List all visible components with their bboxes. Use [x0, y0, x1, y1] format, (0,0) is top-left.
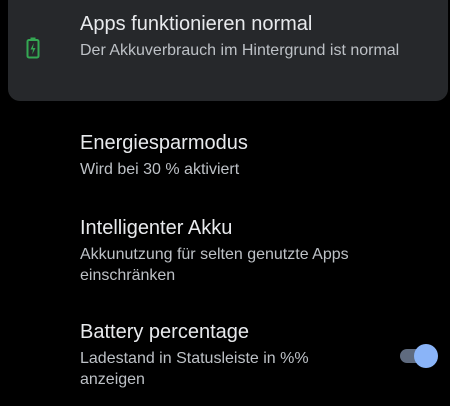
battery-saver-item[interactable]: Energiesparmodus Wird bei 30 % aktiviert: [80, 130, 370, 180]
battery-saver-title: Energiesparmodus: [80, 132, 248, 154]
battery-percentage-title: Battery percentage: [80, 321, 249, 343]
battery-saver-summary: Wird bei 30 % aktiviert: [80, 161, 240, 178]
battery-icon: [26, 37, 40, 59]
battery-percentage-item[interactable]: Battery percentage Ladestand in Statusle…: [80, 319, 370, 390]
battery-percentage-summary: Ladestand in Statusleiste in %% anzeigen: [80, 350, 309, 388]
app-status-item: Apps funktionieren normal Der Akkuverbra…: [80, 11, 420, 61]
adaptive-battery-item[interactable]: Intelligenter Akku Akkunutzung für selte…: [80, 215, 400, 286]
app-status-title: Apps funktionieren normal: [80, 13, 313, 35]
toggle-thumb: [414, 344, 438, 368]
adaptive-battery-title: Intelligenter Akku: [80, 217, 233, 239]
app-status-summary: Der Akkuverbrauch im Hintergrund ist nor…: [80, 42, 400, 59]
adaptive-battery-summary: Akkunutzung für selten genutzte Apps ein…: [80, 246, 349, 284]
battery-percentage-toggle[interactable]: [398, 343, 438, 369]
